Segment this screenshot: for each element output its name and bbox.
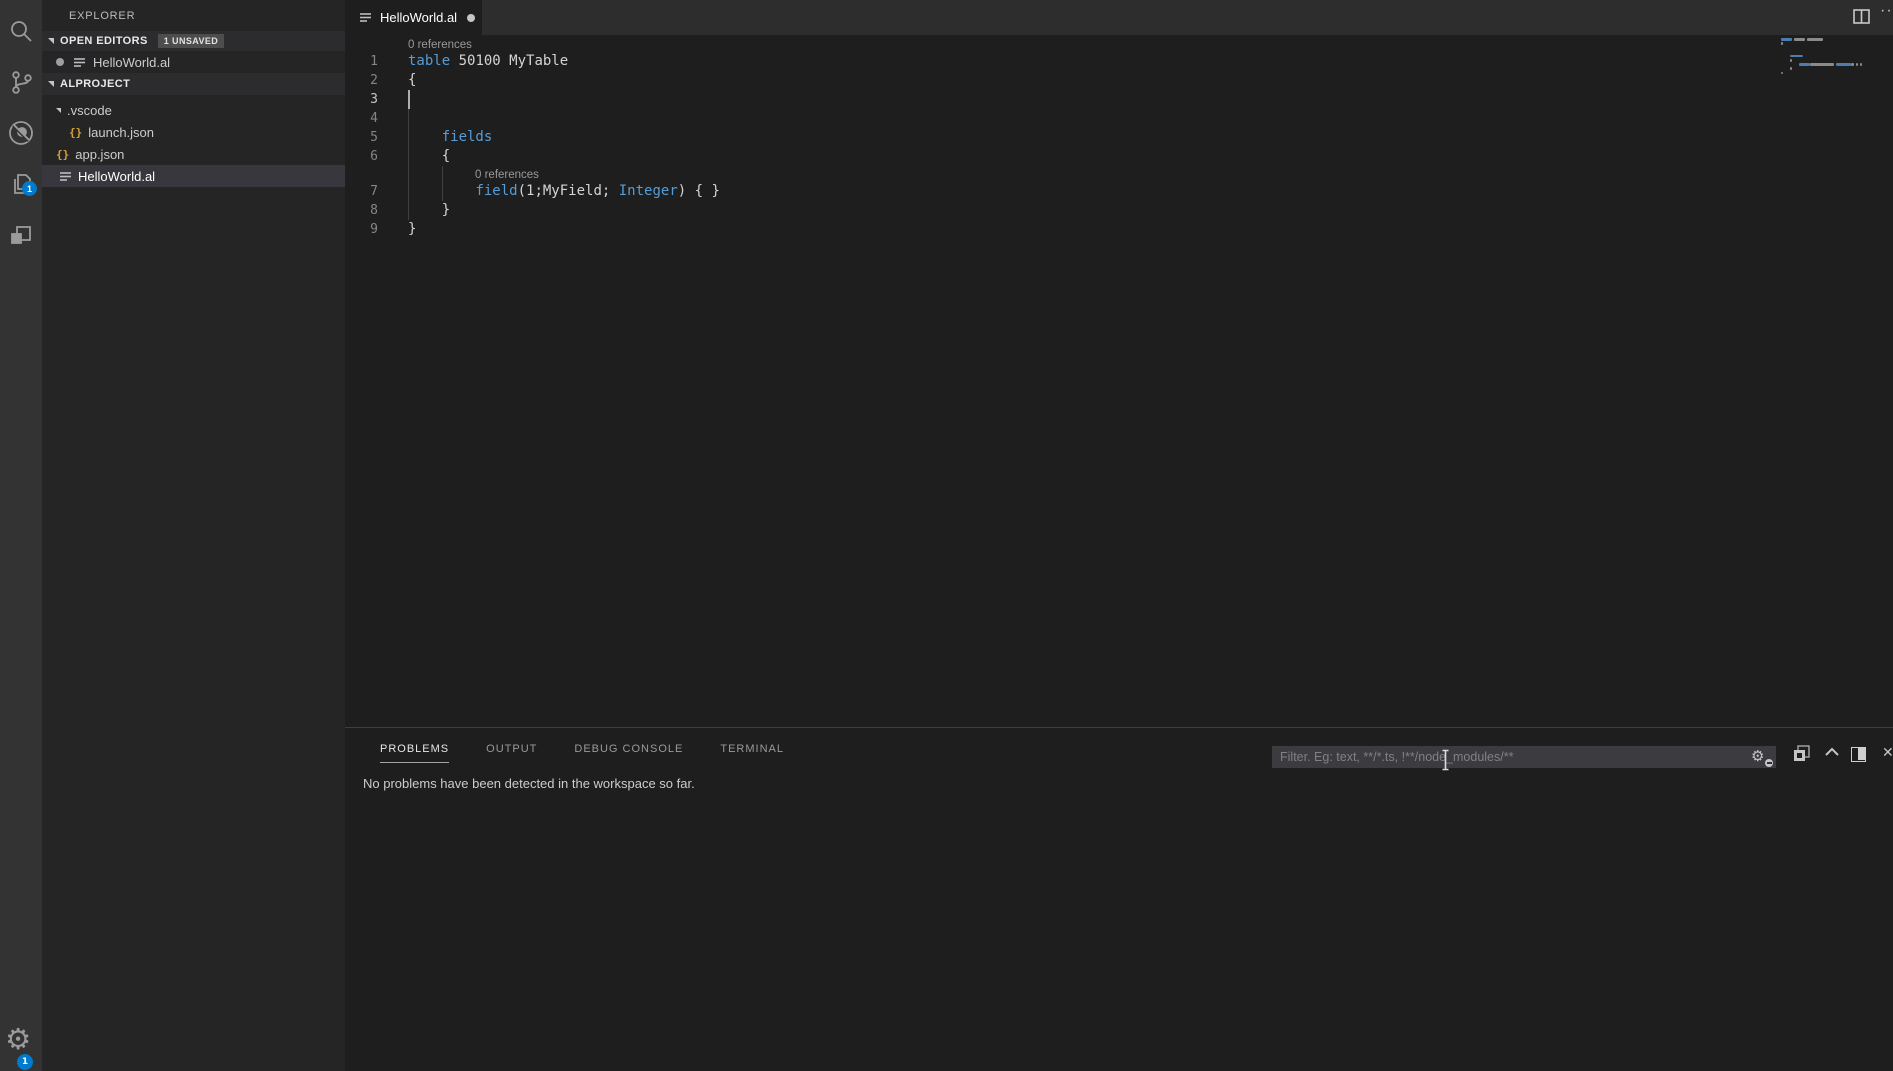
- line-number: 5: [345, 128, 378, 147]
- problems-message: No problems have been detected in the wo…: [363, 776, 695, 791]
- panel-tab-debug-console[interactable]: DEBUG CONSOLE: [574, 743, 683, 763]
- code-text: table 50100 MyTable: [408, 52, 568, 71]
- open-editors-list: HelloWorld.al: [42, 51, 345, 73]
- problems-filter-input[interactable]: [1272, 746, 1776, 768]
- project-section-header[interactable]: ALPROJECT: [42, 73, 345, 95]
- indent-guide: [442, 166, 443, 182]
- open-editor-item[interactable]: HelloWorld.al: [42, 51, 345, 73]
- project-label: ALPROJECT: [60, 78, 130, 90]
- codelens-row: 0 references: [345, 36, 1893, 52]
- tab-helloworld[interactable]: HelloWorld.al: [345, 0, 482, 35]
- tree-item-app-json[interactable]: {} app.json: [42, 143, 345, 165]
- code-line: 4: [345, 109, 1893, 128]
- code-line: 8 }: [345, 201, 1893, 220]
- unsaved-badge: 1 UNSAVED: [158, 34, 224, 48]
- chevron-expanded-icon: [48, 81, 54, 87]
- settings-gear-icon[interactable]: ⚙ 1: [5, 1022, 39, 1062]
- code-line: 2{: [345, 71, 1893, 90]
- search-icon[interactable]: [0, 8, 42, 54]
- sidebar-title: EXPLORER: [42, 0, 345, 31]
- codelens-references[interactable]: 0 references: [408, 37, 472, 53]
- dirty-indicator[interactable]: [467, 14, 475, 22]
- unsaved-count-badge: 1: [22, 181, 37, 196]
- tree-item-label: .vscode: [67, 103, 112, 118]
- tree-item-helloworld-al[interactable]: HelloWorld.al: [42, 165, 345, 187]
- indent-guide: [408, 109, 409, 128]
- al-file-icon: [359, 11, 372, 24]
- files-icon[interactable]: 1: [0, 161, 42, 207]
- code-line: 7 field(1;MyField; Integer) { }: [345, 182, 1893, 201]
- open-editors-header[interactable]: OPEN EDITORS 1 UNSAVED: [42, 31, 345, 51]
- tree-item-launch-json[interactable]: {} launch.json: [42, 121, 345, 143]
- activity-bar: 1 ⚙ 1: [0, 0, 42, 1071]
- line-number: 4: [345, 109, 378, 128]
- tree-item-label: app.json: [75, 147, 124, 162]
- code-line: 6 {: [345, 147, 1893, 166]
- code-line: 9}: [345, 220, 1893, 239]
- maximize-panel-icon[interactable]: [1824, 745, 1840, 763]
- line-number: 2: [345, 71, 378, 90]
- dirty-indicator: [56, 58, 64, 66]
- line-number: 3: [345, 90, 378, 109]
- line-number: 7: [345, 182, 378, 201]
- code-text: fields: [408, 128, 492, 147]
- panel-tab-problems[interactable]: PROBLEMS: [380, 743, 449, 763]
- open-editors-label: OPEN EDITORS: [60, 35, 148, 47]
- extensions-icon[interactable]: [0, 212, 42, 258]
- codelens-row: 0 references: [345, 166, 1893, 182]
- code-text: }: [408, 201, 450, 220]
- split-editor-icon[interactable]: [1853, 9, 1870, 29]
- chevron-expanded-icon: [48, 38, 54, 44]
- source-control-icon[interactable]: [0, 59, 42, 105]
- indent-guide: [408, 166, 409, 182]
- panel-layout-icon[interactable]: [1851, 747, 1866, 762]
- text-caret: [408, 90, 410, 109]
- line-number: 1: [345, 52, 378, 71]
- bottom-panel: PROBLEMS OUTPUT DEBUG CONSOLE TERMINAL No p…: [345, 727, 1893, 1071]
- folder-twisty-icon: [56, 108, 61, 113]
- code-area: 0 references1table 50100 MyTable2{345 fi…: [345, 35, 1893, 239]
- code-line: 5 fields: [345, 128, 1893, 147]
- open-editor-label: HelloWorld.al: [93, 55, 170, 70]
- tab-bar: HelloWorld.al ···: [345, 0, 1893, 35]
- line-number: 6: [345, 147, 378, 166]
- panel-tab-terminal[interactable]: TERMINAL: [720, 743, 784, 763]
- code-text: {: [408, 147, 450, 166]
- file-tree: .vscode {} launch.json {} app.json HelloWorld…: [42, 95, 345, 187]
- tree-item-label: HelloWorld.al: [78, 169, 155, 184]
- close-panel-icon[interactable]: ✕: [1882, 744, 1893, 761]
- panel-tab-output[interactable]: OUTPUT: [486, 743, 537, 763]
- more-actions-icon[interactable]: ···: [1880, 2, 1893, 20]
- vscode-window: 1 ⚙ 1 EXPLORER OPEN EDITORS 1 UNSAVED He…: [0, 0, 1893, 1071]
- explorer-sidebar: EXPLORER OPEN EDITORS 1 UNSAVED HelloWor…: [42, 0, 345, 1071]
- tree-item--vscode[interactable]: .vscode: [42, 99, 345, 121]
- al-file-icon: [59, 170, 72, 183]
- editor-group: HelloWorld.al ··· 0 references 1 table 501…: [345, 0, 1893, 1071]
- code-line: 3: [345, 90, 1893, 109]
- codelens-references[interactable]: 0 references: [475, 167, 539, 183]
- debug-icon[interactable]: [0, 110, 42, 156]
- panel-tabs: PROBLEMS OUTPUT DEBUG CONSOLE TERMINAL: [380, 743, 784, 763]
- tree-item-label: launch.json: [88, 125, 154, 140]
- code-line: 1 table 50100 MyTable: [345, 52, 1893, 71]
- collapse-all-icon[interactable]: [1793, 745, 1810, 767]
- code-editor[interactable]: 0 references1table 50100 MyTable2{345 fi…: [345, 35, 1893, 727]
- json-file-icon: {}: [56, 148, 69, 161]
- code-text: field(1;MyField; Integer) { }: [408, 182, 720, 201]
- settings-badge: 1: [17, 1054, 33, 1070]
- json-file-icon: {}: [69, 126, 82, 139]
- tab-label: HelloWorld.al: [380, 10, 457, 25]
- line-number: 8: [345, 201, 378, 220]
- line-number: 9: [345, 220, 378, 239]
- al-file-icon: [73, 56, 86, 69]
- code-text: }: [408, 220, 416, 239]
- code-text: {: [408, 71, 416, 90]
- minimap[interactable]: [1781, 38, 1893, 98]
- filter-gear-icon[interactable]: ⚙: [1751, 747, 1771, 767]
